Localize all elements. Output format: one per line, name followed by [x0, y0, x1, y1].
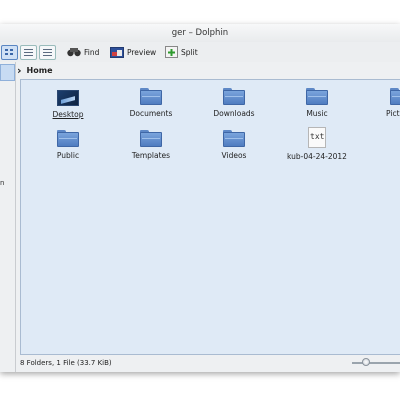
split-icon	[165, 46, 178, 58]
file-item-label: Downloads	[213, 109, 255, 118]
folder-icon	[140, 130, 162, 147]
window-title: ger – Dolphin	[171, 28, 229, 38]
places-partial-label: n	[0, 179, 5, 187]
file-item-kub-04-24-2012[interactable]: txt kub-04-24-2012	[277, 127, 357, 161]
preview-button[interactable]: Preview	[110, 44, 156, 60]
zoom-slider-handle[interactable]	[362, 358, 370, 366]
binoculars-icon	[67, 48, 81, 57]
folder-icon	[223, 130, 245, 147]
file-item-music[interactable]: Music	[277, 88, 357, 118]
breadcrumb-location[interactable]: Home	[27, 66, 53, 75]
file-item-downloads[interactable]: Downloads	[194, 88, 274, 118]
file-item-label: Music	[306, 109, 328, 118]
icons-view-button[interactable]	[1, 45, 18, 60]
file-item-label: kub-04-24-2012	[287, 152, 347, 161]
file-item-label: Videos	[221, 151, 247, 160]
details-view-button[interactable]	[39, 45, 56, 60]
file-item-documents[interactable]: Documents	[111, 88, 191, 118]
split-label: Split	[181, 47, 198, 57]
file-item-label: Templates	[131, 151, 171, 160]
folder-icon	[306, 88, 328, 105]
folder-icon	[390, 88, 400, 105]
file-item-label: Pictu	[386, 109, 400, 118]
folder-icon	[223, 88, 245, 105]
file-item-label: Desktop	[52, 110, 84, 119]
desktop-icon	[57, 90, 79, 106]
file-view[interactable]: Desktop Documents Downloads Music Pictu …	[20, 79, 400, 355]
file-item-public[interactable]: Public	[28, 130, 108, 160]
find-label: Find	[84, 47, 100, 57]
file-item-templates[interactable]: Templates	[111, 130, 191, 160]
folder-icon	[140, 88, 162, 105]
status-bar: 8 Folders, 1 File (33.7 KiB)	[16, 354, 400, 372]
split-button[interactable]: Split	[165, 44, 198, 60]
file-item-desktop[interactable]: Desktop	[28, 90, 108, 119]
toolbar: Find Preview Split	[0, 42, 400, 62]
file-item-label: Public	[56, 151, 80, 160]
text-file-glyph: txt	[310, 132, 325, 141]
details-view-icon	[43, 49, 52, 56]
compact-view-button[interactable]	[20, 45, 37, 60]
places-selected-item[interactable]	[0, 64, 15, 81]
breadcrumb[interactable]: › Home	[17, 62, 400, 78]
folder-icon	[57, 130, 79, 147]
text-file-icon: txt	[308, 127, 326, 148]
file-item-videos[interactable]: Videos	[194, 130, 274, 160]
file-item-pictures[interactable]: Pictu	[360, 88, 400, 118]
places-panel: n	[0, 62, 16, 372]
file-item-label: Documents	[129, 109, 173, 118]
zoom-slider-track[interactable]	[352, 362, 400, 364]
status-summary: 8 Folders, 1 File (33.7 KiB)	[20, 359, 112, 367]
compact-view-icon	[24, 49, 33, 56]
icons-view-icon	[5, 49, 14, 56]
preview-icon	[110, 46, 124, 58]
find-button[interactable]: Find	[67, 44, 99, 60]
breadcrumb-chevron-icon: ›	[17, 63, 22, 77]
preview-label: Preview	[127, 47, 157, 57]
window-titlebar: ger – Dolphin	[0, 24, 400, 42]
